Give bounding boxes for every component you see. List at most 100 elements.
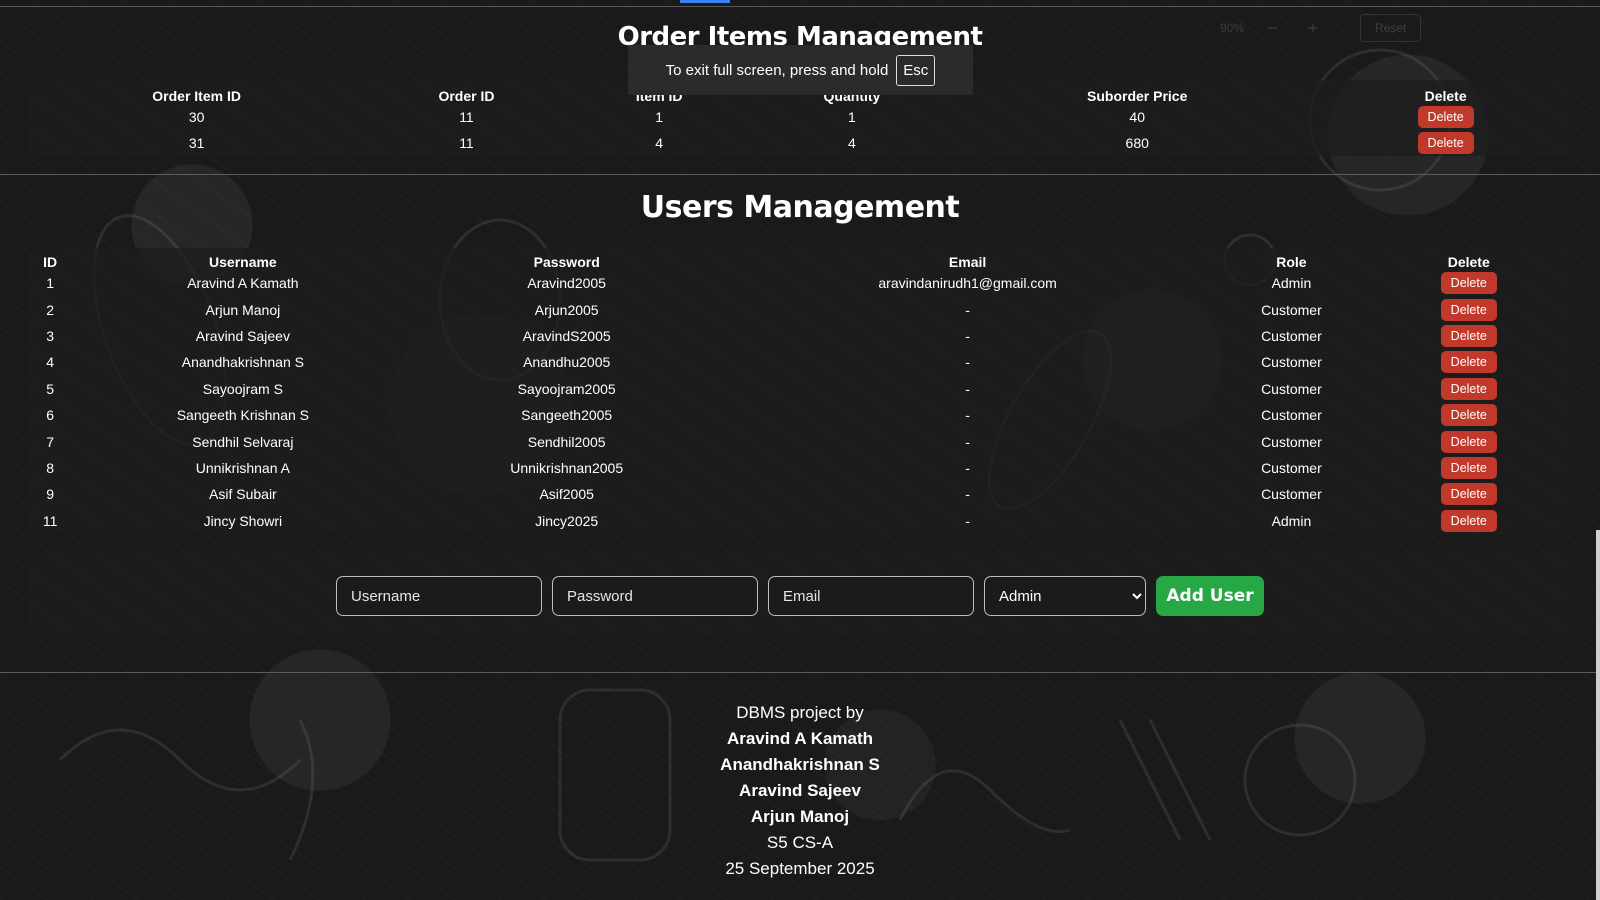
delete-user-button[interactable]: Delete — [1440, 377, 1497, 400]
table-row: 7 Sendhil Selvaraj Sendhil2005 - Custome… — [27, 428, 1569, 454]
user-id-cell: 1 — [46, 275, 55, 292]
fullscreen-exit-toast: To exit full screen, press and hold Esc — [628, 45, 973, 95]
footer-class: S5 CS-A — [766, 833, 834, 852]
role-cell: Admin — [1271, 275, 1312, 292]
password-cell: Aravind2005 — [527, 275, 606, 292]
col-role: Role — [1276, 254, 1307, 270]
role-select[interactable]: Admin — [984, 576, 1146, 616]
email-input[interactable] — [768, 576, 974, 616]
order-id-cell: 11 — [459, 109, 474, 125]
col-delete: Delete — [1447, 254, 1490, 270]
role-cell: Customer — [1261, 327, 1322, 344]
col-order-id: Order ID — [438, 88, 495, 104]
delete-order-item-button[interactable]: Delete — [1417, 132, 1474, 154]
footer-intro: DBMS project by — [736, 703, 864, 722]
username-input[interactable] — [336, 576, 542, 616]
email-cell: - — [965, 327, 970, 344]
delete-user-button[interactable]: Delete — [1440, 483, 1497, 506]
email-cell: - — [965, 301, 970, 318]
col-suborder-price: Suborder Price — [1087, 88, 1188, 104]
user-id-cell: 2 — [46, 301, 55, 318]
user-id-cell: 9 — [46, 486, 55, 503]
email-cell: - — [965, 486, 970, 503]
email-cell: aravindanirudh1@gmail.com — [878, 275, 1057, 292]
password-cell: AravindS2005 — [522, 327, 611, 344]
password-input[interactable] — [552, 576, 758, 616]
users-management-title: Users Management — [640, 190, 960, 225]
role-cell: Customer — [1261, 459, 1322, 476]
col-order-item-id: Order Item ID — [152, 88, 241, 104]
email-cell: - — [965, 407, 970, 424]
col-password: Password — [533, 254, 600, 270]
footer: DBMS project by Aravind A Kamath Anandha… — [0, 700, 1600, 882]
delete-user-button[interactable]: Delete — [1440, 324, 1497, 347]
col-id: ID — [43, 254, 58, 270]
table-row: 2 Arjun Manoj Arjun2005 - Customer Delet… — [27, 296, 1569, 322]
username-cell: Aravind Sajeev — [195, 327, 290, 344]
role-cell: Customer — [1261, 380, 1322, 397]
password-cell: Arjun2005 — [534, 301, 599, 318]
delete-user-button[interactable]: Delete — [1440, 456, 1497, 479]
top-accent-bar — [680, 0, 730, 3]
username-cell: Sayoojram S — [202, 380, 283, 397]
col-username: Username — [209, 254, 277, 270]
email-cell: - — [965, 380, 970, 397]
email-cell: - — [965, 512, 970, 529]
footer-divider — [0, 672, 1600, 673]
fullscreen-toast-text: To exit full screen, press and hold — [665, 61, 889, 79]
delete-order-item-button[interactable]: Delete — [1417, 106, 1474, 128]
role-cell: Admin — [1271, 512, 1312, 529]
suborder-price-cell: 40 — [1129, 109, 1145, 125]
delete-user-button[interactable]: Delete — [1440, 298, 1497, 321]
order-id-cell: 11 — [459, 135, 474, 151]
top-divider — [0, 6, 1600, 7]
users-table: ID Username Password Email Role Delete 1… — [27, 248, 1569, 534]
delete-user-button[interactable]: Delete — [1440, 404, 1497, 427]
delete-user-button[interactable]: Delete — [1440, 509, 1497, 532]
suborder-price-cell: 680 — [1125, 135, 1149, 151]
role-cell: Customer — [1261, 407, 1322, 424]
quantity-cell: 1 — [848, 109, 856, 125]
user-id-cell: 8 — [46, 459, 55, 476]
user-id-cell: 4 — [46, 354, 55, 371]
role-cell: Customer — [1261, 486, 1322, 503]
table-row: 31 11 4 4 680 Delete — [27, 130, 1569, 156]
table-row: 4 Anandhakrishnan S Anandhu2005 - Custom… — [27, 349, 1569, 375]
username-cell: Arjun Manoj — [205, 301, 281, 318]
password-cell: Unnikrishnan2005 — [510, 459, 624, 476]
password-cell: Anandhu2005 — [523, 354, 611, 371]
delete-user-button[interactable]: Delete — [1440, 351, 1497, 374]
username-cell: Anandhakrishnan S — [181, 354, 304, 371]
delete-user-button[interactable]: Delete — [1440, 272, 1497, 295]
password-cell: Asif2005 — [539, 486, 594, 503]
user-id-cell: 11 — [42, 512, 58, 529]
order-item-id-cell: 31 — [188, 135, 205, 151]
col-delete: Delete — [1424, 88, 1467, 104]
email-cell: - — [965, 459, 970, 476]
footer-author: Aravind Sajeev — [739, 781, 861, 800]
order-item-id-cell: 30 — [188, 109, 205, 125]
footer-author: Anandhakrishnan S — [720, 755, 880, 774]
username-cell: Unnikrishnan A — [195, 459, 290, 476]
password-cell: Sendhil2005 — [527, 433, 606, 450]
table-row: 1 Aravind A Kamath Aravind2005 aravindan… — [27, 270, 1569, 296]
username-cell: Aravind A Kamath — [187, 275, 299, 292]
username-cell: Asif Subair — [209, 486, 277, 503]
scrollbar[interactable] — [1596, 530, 1600, 900]
username-cell: Jincy Showri — [203, 512, 283, 529]
user-id-cell: 3 — [46, 327, 55, 344]
table-row: 8 Unnikrishnan A Unnikrishnan2005 - Cust… — [27, 455, 1569, 481]
footer-author: Aravind A Kamath — [726, 729, 874, 748]
table-row: 5 Sayoojram S Sayoojram2005 - Customer D… — [27, 376, 1569, 402]
section-divider — [0, 174, 1600, 175]
col-email: Email — [948, 254, 987, 270]
table-row: 6 Sangeeth Krishnan S Sangeeth2005 - Cus… — [27, 402, 1569, 428]
add-user-form: Admin Add User — [0, 576, 1600, 616]
footer-author: Arjun Manoj — [750, 807, 850, 826]
role-cell: Customer — [1261, 354, 1322, 371]
delete-user-button[interactable]: Delete — [1440, 430, 1497, 453]
item-id-cell: 1 — [655, 109, 664, 125]
footer-date: 25 September 2025 — [725, 859, 875, 878]
email-cell: - — [965, 433, 970, 450]
add-user-button[interactable]: Add User — [1156, 576, 1264, 616]
